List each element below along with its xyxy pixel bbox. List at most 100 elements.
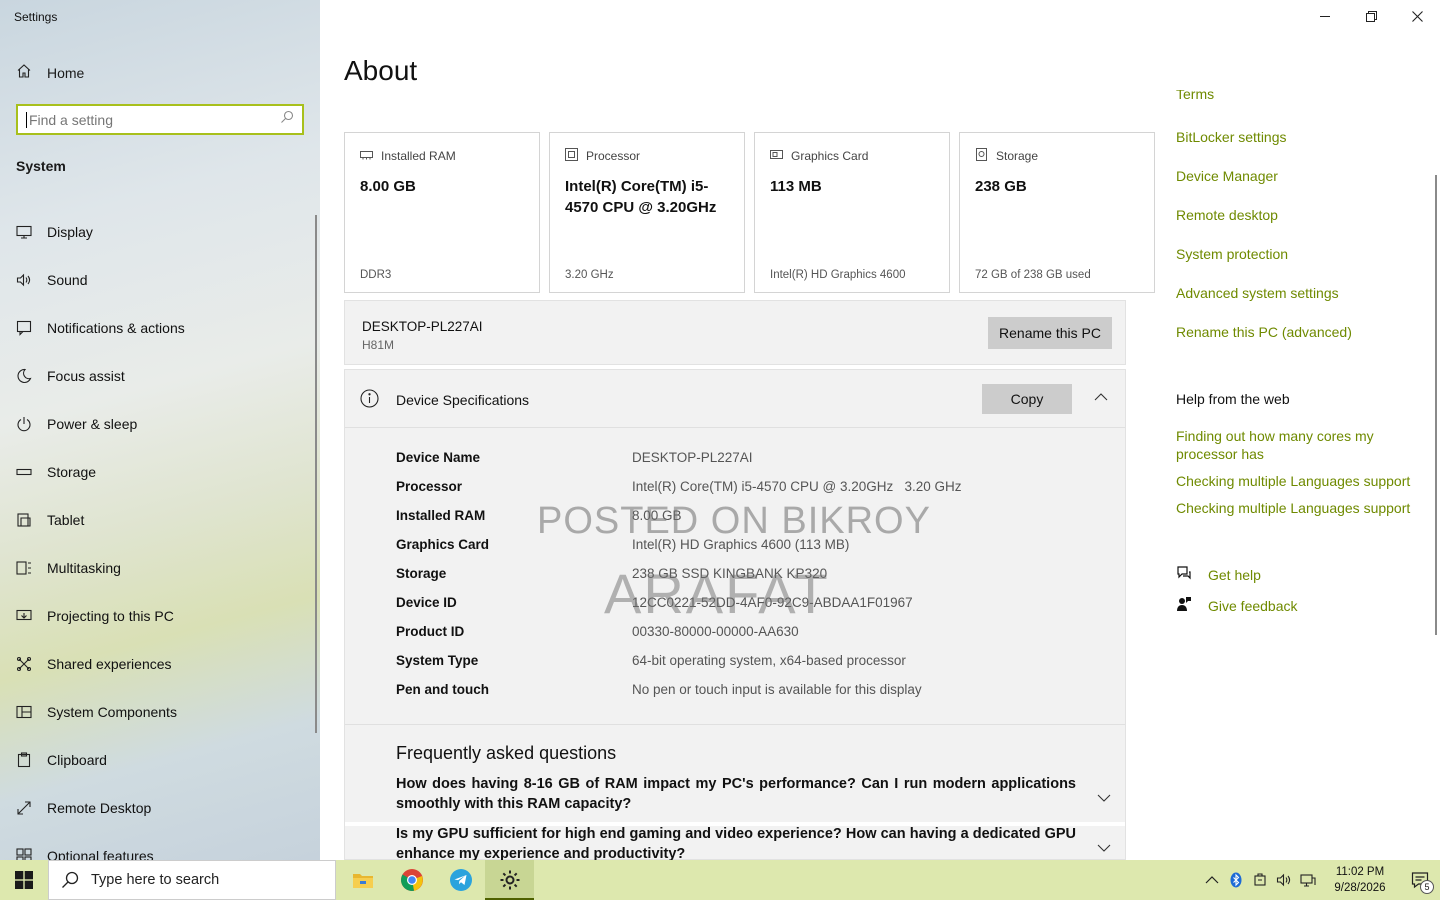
get-help-icon [1176, 565, 1192, 584]
taskbar-app-file-explorer[interactable] [338, 860, 387, 900]
close-button[interactable] [1394, 0, 1440, 32]
spec-label: Device ID [396, 595, 457, 610]
sidebar-item-display[interactable]: Display [0, 208, 320, 256]
help-from-web-title: Help from the web [1176, 391, 1290, 407]
sidebar-item-storage[interactable]: Storage [0, 448, 320, 496]
sidebar-item-shared-experiences[interactable]: Shared experiences [0, 640, 320, 688]
sidebar-item-system-components[interactable]: System Components [0, 688, 320, 736]
projecting-icon [16, 608, 32, 624]
spec-label: Product ID [396, 624, 465, 639]
card-subtext: DDR3 [360, 269, 392, 281]
sound-icon [16, 272, 32, 288]
sidebar-item-focus-assist[interactable]: Focus assist [0, 352, 320, 400]
settings-search-input[interactable] [28, 111, 280, 128]
sidebar-item-multitasking[interactable]: Multitasking [0, 544, 320, 592]
get-help-label: Get help [1208, 566, 1261, 583]
chevron-down-icon[interactable] [1097, 841, 1111, 855]
sidebar-item-projecting[interactable]: Projecting to this PC [0, 592, 320, 640]
search-icon[interactable] [280, 110, 294, 129]
volume-tray-button[interactable] [1272, 860, 1296, 900]
web-link-languages[interactable]: Checking multiple Languages support [1176, 499, 1421, 517]
device-specifications-title: Device Specifications [396, 392, 530, 408]
remote-desktop-icon [16, 800, 32, 816]
card-subtext: 3.20 GHz [565, 269, 614, 281]
sidebar-item-label: Display [47, 224, 93, 240]
chevron-up-icon[interactable] [1094, 390, 1108, 404]
pc-name-bar: DESKTOP-PL227AI H81M Rename this PC [344, 300, 1126, 365]
restore-button[interactable] [1348, 0, 1394, 32]
bluetooth-tray-button[interactable] [1224, 860, 1248, 900]
copy-button[interactable]: Copy [982, 384, 1072, 414]
restore-icon [1365, 10, 1377, 22]
sidebar-item-sound[interactable]: Sound [0, 256, 320, 304]
network-tray-button[interactable] [1296, 860, 1320, 900]
link-remote-desktop[interactable]: Remote desktop [1176, 207, 1278, 223]
sidebar-item-power-sleep[interactable]: Power & sleep [0, 400, 320, 448]
spec-label: Processor [396, 479, 463, 494]
pc-model: H81M [362, 338, 395, 352]
rename-pc-button[interactable]: Rename this PC [988, 317, 1112, 349]
faq-question-ram[interactable]: How does having 8-16 GB of RAM impact my… [396, 774, 1076, 814]
device-specifications-header[interactable]: Device Specifications Copy [345, 370, 1125, 428]
link-device-manager[interactable]: Device Manager [1176, 168, 1278, 184]
sidebar-item-label: Remote Desktop [47, 800, 152, 816]
taskbar-clock[interactable]: 11:02 PM 9/28/2026 [1320, 864, 1400, 896]
sidebar-item-remote-desktop[interactable]: Remote Desktop [0, 784, 320, 832]
table-row: Installed RAM 8.00 GB [396, 508, 962, 537]
link-advanced-system-settings[interactable]: Advanced system settings [1176, 285, 1339, 301]
card-graphics-card: Graphics Card 113 MB Intel(R) HD Graphic… [754, 132, 950, 293]
spec-value: No pen or touch input is available for t… [632, 682, 922, 697]
faq-question-gpu[interactable]: Is my GPU sufficient for high end gaming… [396, 824, 1076, 864]
sidebar-home[interactable]: Home [16, 63, 84, 82]
link-system-protection[interactable]: System protection [1176, 246, 1288, 262]
get-help-link[interactable]: Get help [1176, 565, 1261, 584]
start-button[interactable] [0, 860, 48, 900]
spec-label: System Type [396, 653, 479, 668]
spec-label: Pen and touch [396, 682, 490, 697]
clipboard-icon [16, 752, 32, 768]
taskbar-search[interactable]: Type here to search [48, 860, 336, 900]
sidebar: Settings Home System Display Sound Notif… [0, 0, 320, 860]
page-title: About [344, 55, 418, 86]
sidebar-nav: Display Sound Notifications & actions Fo… [0, 208, 320, 860]
give-feedback-link[interactable]: Give feedback [1176, 596, 1298, 615]
bluetooth-icon [1230, 872, 1242, 888]
taskbar-app-chrome[interactable] [387, 860, 436, 900]
link-bitlocker-settings[interactable]: BitLocker settings [1176, 129, 1287, 145]
sidebar-item-label: Optional features [47, 848, 154, 860]
taskbar-app-telegram[interactable] [436, 860, 485, 900]
link-terms[interactable]: Terms [1176, 90, 1214, 104]
chrome-icon [400, 869, 423, 891]
sidebar-item-optional-features[interactable]: Optional features [0, 832, 320, 860]
close-icon [1411, 10, 1423, 22]
device-tray-button[interactable] [1248, 860, 1272, 900]
action-center-button[interactable]: 5 [1400, 860, 1440, 900]
sidebar-item-clipboard[interactable]: Clipboard [0, 736, 320, 784]
sidebar-item-tablet[interactable]: Tablet [0, 496, 320, 544]
minimize-button[interactable] [1302, 0, 1348, 32]
spec-value: 00330-80000-00000-AA630 [632, 624, 799, 639]
chevron-down-icon[interactable] [1097, 791, 1111, 805]
table-row: Product ID 00330-80000-00000-AA630 [396, 624, 962, 653]
sidebar-item-notifications[interactable]: Notifications & actions [0, 304, 320, 352]
show-hidden-icons-button[interactable] [1200, 860, 1224, 900]
app-title: Settings [14, 10, 58, 24]
web-link-cores[interactable]: Finding out how many cores my processor … [1176, 427, 1421, 463]
link-rename-pc-advanced[interactable]: Rename this PC (advanced) [1176, 324, 1352, 340]
home-icon [16, 63, 32, 82]
graphics-card-icon [770, 148, 783, 164]
settings-search-box[interactable] [16, 104, 304, 135]
taskbar-app-settings[interactable] [485, 860, 534, 900]
storage-icon [16, 464, 32, 480]
spec-table: Device Name DESKTOP-PL227AI Processor In… [396, 450, 962, 711]
notifications-icon [16, 320, 32, 336]
sidebar-scrollbar[interactable] [315, 215, 317, 733]
display-icon [16, 224, 32, 240]
volume-icon [1276, 873, 1291, 887]
spec-label: Graphics Card [396, 537, 490, 552]
card-title: Installed RAM [381, 149, 456, 163]
main-scrollbar[interactable] [1435, 175, 1437, 635]
spec-value: 8.00 GB [632, 508, 682, 523]
web-link-languages[interactable]: Checking multiple Languages support [1176, 472, 1421, 490]
card-subtext: 72 GB of 238 GB used [975, 269, 1091, 281]
